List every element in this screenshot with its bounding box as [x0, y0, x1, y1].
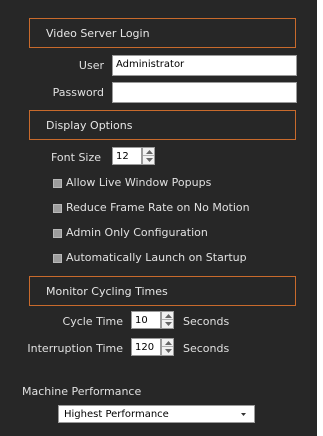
triangle-up-icon	[165, 341, 172, 345]
machine-performance-value: Highest Performance	[64, 409, 169, 420]
spin-up-button[interactable]	[143, 148, 154, 156]
spin-up-button[interactable]	[162, 339, 173, 347]
interruption-time-label: Interruption Time	[27, 342, 123, 355]
settings-panel: Video Server Login User Administrator Pa…	[0, 0, 317, 436]
spin-down-button[interactable]	[162, 347, 173, 355]
font-size-label: Font Size	[51, 151, 102, 164]
user-input[interactable]: Administrator	[112, 55, 297, 76]
cycle-time-spinner[interactable]	[161, 311, 174, 329]
cycle-time-unit: Seconds	[183, 315, 230, 328]
password-input[interactable]	[112, 82, 297, 103]
scrollbar[interactable]	[317, 0, 323, 436]
reduce-frame-rate-label: Reduce Frame Rate on No Motion	[66, 201, 250, 214]
machine-performance-select[interactable]: Highest Performance	[58, 405, 255, 423]
monitor-cycling-times-header: Monitor Cycling Times	[29, 276, 296, 306]
display-options-header: Display Options	[29, 110, 296, 140]
display-options-title: Display Options	[46, 119, 133, 132]
auto-launch-startup-checkbox[interactable]	[53, 254, 62, 263]
user-label: User	[78, 59, 104, 72]
reduce-frame-rate-checkbox[interactable]	[53, 204, 62, 213]
font-size-input[interactable]: 12	[112, 147, 142, 165]
interruption-time-unit: Seconds	[183, 342, 230, 355]
triangle-up-icon	[146, 150, 153, 154]
triangle-down-icon	[146, 158, 153, 162]
auto-launch-startup-label: Automatically Launch on Startup	[66, 251, 247, 264]
admin-only-configuration-label: Admin Only Configuration	[66, 226, 208, 239]
cycle-time-input[interactable]: 10	[131, 311, 161, 329]
allow-live-window-popups-checkbox[interactable]	[53, 179, 62, 188]
interruption-time-input[interactable]: 120	[131, 338, 161, 356]
admin-only-configuration-checkbox[interactable]	[53, 229, 62, 238]
font-size-spinner[interactable]	[142, 147, 155, 165]
machine-performance-label: Machine Performance	[22, 385, 142, 398]
video-server-login-header: Video Server Login	[29, 18, 296, 48]
video-server-login-title: Video Server Login	[46, 27, 150, 40]
interruption-time-spinner[interactable]	[161, 338, 174, 356]
cycle-time-label: Cycle Time	[62, 315, 123, 328]
password-label: Password	[52, 86, 104, 99]
spin-down-button[interactable]	[143, 156, 154, 164]
triangle-up-icon	[165, 314, 172, 318]
triangle-down-icon	[165, 349, 172, 353]
chevron-down-icon	[241, 413, 246, 416]
monitor-cycling-times-title: Monitor Cycling Times	[46, 285, 168, 298]
triangle-down-icon	[165, 322, 172, 326]
spin-up-button[interactable]	[162, 312, 173, 320]
allow-live-window-popups-label: Allow Live Window Popups	[66, 176, 212, 189]
spin-down-button[interactable]	[162, 320, 173, 328]
